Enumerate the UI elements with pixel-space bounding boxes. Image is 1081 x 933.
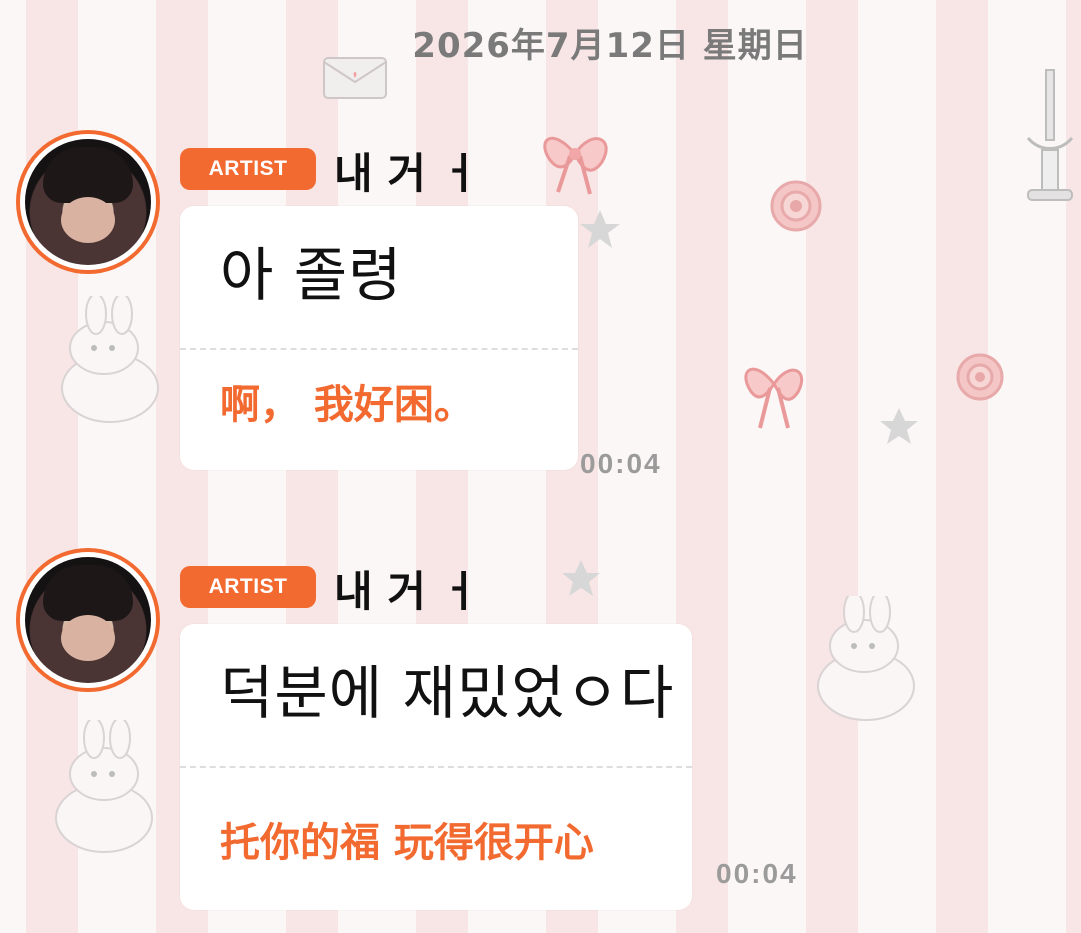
message-item: ARTIST 내 거 ㅓ 덕분에 재밌었ㅇ다 托你的福 玩得很开心 00:04 — [0, 548, 1081, 910]
artist-badge: ARTIST — [180, 148, 316, 190]
message-bubble[interactable]: 아 졸령 啊， 我好困。 — [180, 206, 578, 470]
translation-divider — [180, 348, 578, 350]
translation-text: 托你的福 玩得很开心 — [220, 820, 594, 866]
message-bubble[interactable]: 덕분에 재밌었ㅇ다 托你的福 玩得很开心 — [180, 624, 692, 910]
message-original-text: 아 졸령 — [220, 241, 403, 309]
translation-text: 啊， 我好困。 — [220, 382, 474, 428]
avatar-photo — [25, 557, 151, 683]
message-item: ARTIST 내 거 ㅓ 아 졸령 啊， 我好困。 00:04 — [0, 130, 1081, 479]
sender-name: 내 거 ㅓ — [334, 567, 480, 616]
avatar[interactable] — [16, 130, 160, 274]
message-time: 00:04 — [580, 448, 662, 479]
avatar[interactable] — [16, 548, 160, 692]
message-original-text: 덕분에 재밌었ㅇ다 — [220, 659, 675, 727]
message-time: 00:04 — [716, 858, 798, 889]
translation-divider — [180, 766, 692, 768]
avatar-photo — [25, 139, 151, 265]
sender-name: 내 거 ㅓ — [334, 149, 480, 198]
date-separator: 2026年7月12日 星期日 — [412, 26, 808, 66]
artist-badge: ARTIST — [180, 566, 316, 608]
